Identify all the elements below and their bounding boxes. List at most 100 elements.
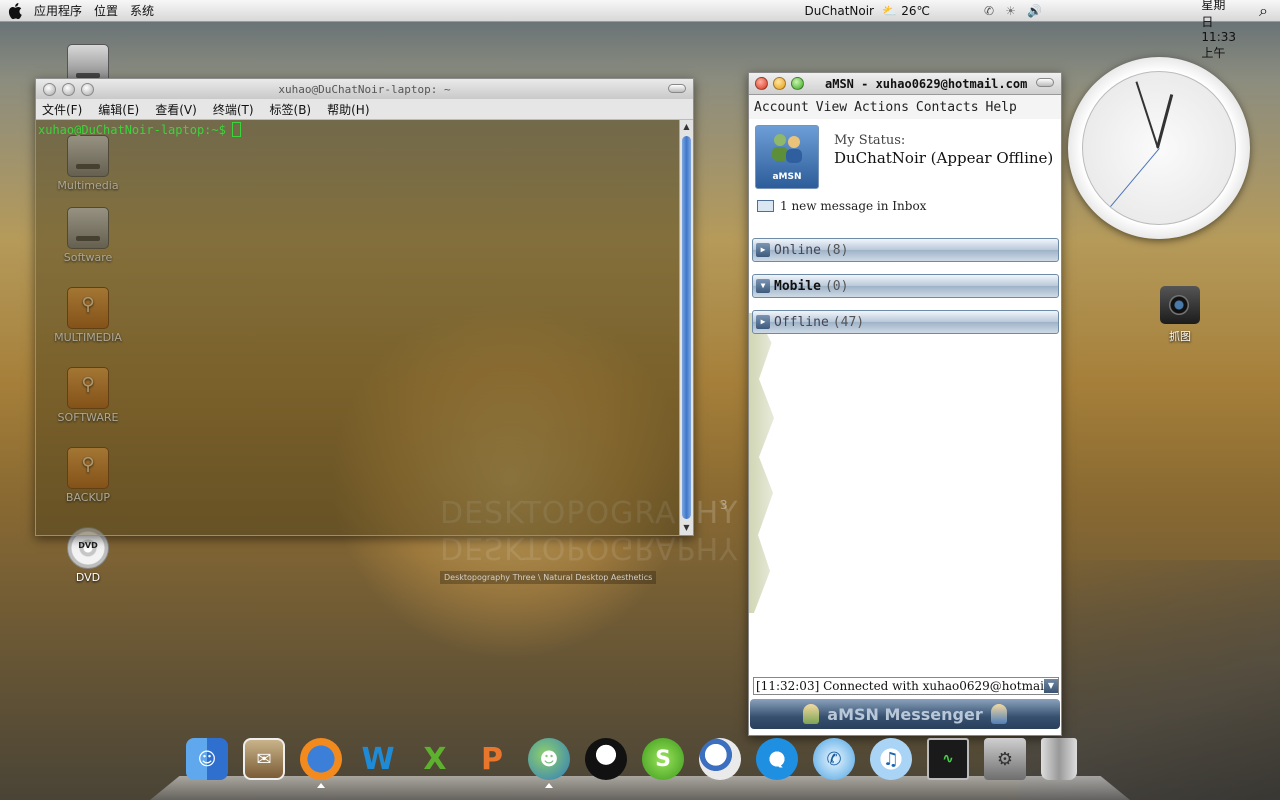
- terminal-menu-file[interactable]: 文件(F): [42, 101, 82, 118]
- amsn-title: aMSN - xuhao0629@hotmail.com: [825, 76, 1028, 91]
- dock: ☺ ✉ W X P ☻ S Q ✆ ♫ ∿ ⚙: [186, 738, 1077, 788]
- terminal-prompt-line: xuhao@DuChatNoir-laptop:~$: [36, 120, 679, 139]
- writer-icon[interactable]: W: [357, 738, 399, 780]
- envelope-icon: [757, 200, 774, 212]
- amsn-minimize-button[interactable]: [773, 77, 786, 90]
- running-indicator-icon: [545, 783, 553, 788]
- settings-icon[interactable]: ⚙: [984, 738, 1026, 780]
- terminal-toolbar-toggle[interactable]: [668, 84, 686, 93]
- inbox-text: 1 new message in Inbox: [780, 199, 927, 213]
- qq-icon[interactable]: [585, 738, 627, 780]
- terminal-output[interactable]: xuhao@DuChatNoir-laptop:~$: [36, 120, 679, 535]
- calc-icon[interactable]: X: [414, 738, 456, 780]
- group-count: (8): [824, 242, 849, 258]
- expand-arrow-icon[interactable]: ▶: [756, 243, 770, 257]
- collapse-arrow-icon[interactable]: ▼: [756, 279, 770, 293]
- terminal-menu-help[interactable]: 帮助(H): [327, 101, 369, 118]
- terminal-menubar: 文件(F) 编辑(E) 查看(V) 终端(T) 标签(B) 帮助(H): [36, 99, 693, 120]
- weather-temp: 26℃: [901, 4, 930, 18]
- impress-icon[interactable]: P: [471, 738, 513, 780]
- mail-icon[interactable]: ✉: [243, 738, 285, 780]
- contact-group-online[interactable]: ▶ Online (8): [752, 238, 1059, 262]
- dvd-disc-label: DVD: [78, 541, 98, 550]
- terminal-title: xuhao@DuChatNoir-laptop: ~: [278, 82, 451, 96]
- group-name: Mobile: [774, 278, 821, 294]
- desktop-icon-screenshot[interactable]: 抓图: [1158, 286, 1202, 344]
- itunes-icon[interactable]: ♫: [870, 738, 912, 780]
- contact-group-offline[interactable]: ▶ Offline (47): [752, 310, 1059, 334]
- group-name: Online: [774, 242, 821, 258]
- top-panel: 应用程序 位置 系统 DuChatNoir ⛅ 26℃ ✆ ☀ 🔊 6月22日星…: [0, 0, 1280, 60]
- panel-username[interactable]: DuChatNoir: [805, 4, 874, 18]
- desktop-icon-label: DVD: [75, 571, 101, 584]
- event-log-text: [11:32:03] Connected with xuhao0629@hotm…: [756, 679, 1044, 693]
- finder-icon[interactable]: ☺: [186, 738, 228, 780]
- amsn-window: aMSN - xuhao0629@hotmail.com Account Vie…: [748, 72, 1062, 736]
- contact-group-mobile[interactable]: ▼ Mobile (0): [752, 274, 1059, 298]
- apple-menu-icon[interactable]: [8, 2, 22, 19]
- amsn-menu-actions[interactable]: Actions: [854, 100, 909, 115]
- messenger-icon[interactable]: ✆: [813, 738, 855, 780]
- amsn-zoom-button[interactable]: [791, 77, 804, 90]
- clock-face: [1082, 71, 1236, 225]
- quicktime-icon[interactable]: Q: [756, 738, 798, 780]
- terminal-window: xuhao@DuChatNoir-laptop: ~ 文件(F) 编辑(E) 查…: [35, 78, 694, 536]
- amsn-toolbar-toggle[interactable]: [1036, 78, 1054, 87]
- terminal-titlebar[interactable]: xuhao@DuChatNoir-laptop: ~: [36, 79, 693, 99]
- amsn-menu-help[interactable]: Help: [986, 100, 1017, 115]
- my-status-name[interactable]: DuChatNoir (Appear Offline): [834, 149, 1052, 167]
- wallpaper-tagline: Desktopography Three \ Natural Desktop A…: [440, 571, 657, 584]
- amsn-menu-view[interactable]: View: [816, 100, 847, 115]
- firefox-icon[interactable]: [300, 738, 342, 788]
- network-icon[interactable]: ✆: [984, 4, 994, 18]
- trash-icon[interactable]: [1041, 738, 1077, 780]
- amsn-background-ornament: [749, 313, 774, 613]
- volume-icon[interactable]: 🔊: [1027, 4, 1042, 18]
- panel-menu-places[interactable]: 位置: [94, 2, 118, 19]
- spotlight-search-icon[interactable]: ⌕: [1259, 1, 1268, 21]
- contacts-icon[interactable]: ☻: [528, 738, 570, 788]
- panel-menu-applications[interactable]: 应用程序: [34, 2, 82, 19]
- panel-menu-system[interactable]: 系统: [130, 2, 154, 19]
- skype-icon[interactable]: S: [642, 738, 684, 780]
- buddy-icon: [990, 704, 1007, 724]
- terminal-menu-terminal[interactable]: 终端(T): [213, 101, 254, 118]
- monitor-icon[interactable]: ∿: [927, 738, 969, 780]
- scroll-up-arrow-icon[interactable]: ▲: [680, 120, 693, 134]
- panel-clock[interactable]: 6月22日星期日 11:33 上午: [1201, 0, 1236, 61]
- dropdown-arrow-icon[interactable]: ▼: [1044, 679, 1058, 693]
- amsn-menu-account[interactable]: Account: [754, 100, 809, 115]
- amsn-menu-contacts[interactable]: Contacts: [916, 100, 979, 115]
- buddy-icon: [803, 704, 820, 724]
- amsn-status-area: aMSN My Status: DuChatNoir (Appear Offli…: [749, 119, 1061, 219]
- clock-widget[interactable]: [1068, 57, 1250, 239]
- group-name: Offline: [774, 314, 829, 330]
- group-count: (0): [824, 278, 849, 294]
- amsn-avatar-label: aMSN: [772, 172, 802, 182]
- wallpaper-watermark-sup: 3: [720, 498, 728, 512]
- weather-icon: ⛅: [882, 4, 898, 18]
- terminal-menu-edit[interactable]: 编辑(E): [98, 101, 139, 118]
- terminal-scroll-thumb[interactable]: [682, 136, 691, 519]
- search-icon[interactable]: [699, 738, 741, 780]
- amsn-avatar[interactable]: aMSN: [755, 125, 819, 189]
- clock-minute-hand: [1135, 81, 1159, 149]
- amsn-titlebar[interactable]: aMSN - xuhao0629@hotmail.com: [749, 73, 1061, 95]
- scroll-down-arrow-icon[interactable]: ▼: [680, 521, 693, 535]
- amsn-buddies-icon: [772, 134, 802, 163]
- terminal-scrollbar[interactable]: ▲ ▼: [679, 120, 693, 535]
- weather-indicator[interactable]: ⛅ 26℃: [882, 4, 930, 18]
- camera-icon: [1160, 286, 1200, 324]
- clock-second-hand: [1110, 148, 1160, 207]
- terminal-menu-tabs[interactable]: 标签(B): [270, 101, 312, 118]
- amsn-close-button[interactable]: [755, 77, 768, 90]
- my-status-label: My Status:: [834, 133, 906, 148]
- terminal-menu-view[interactable]: 查看(V): [155, 101, 197, 118]
- amsn-menubar: Account View Actions Contacts Help: [749, 95, 1061, 119]
- terminal-cursor: [231, 122, 241, 137]
- brightness-icon[interactable]: ☀: [1005, 4, 1016, 18]
- terminal-prompt: xuhao@DuChatNoir-laptop:~$: [38, 122, 226, 137]
- expand-arrow-icon[interactable]: ▶: [756, 315, 770, 329]
- amsn-event-log[interactable]: [11:32:03] Connected with xuhao0629@hotm…: [753, 677, 1059, 695]
- inbox-notice[interactable]: 1 new message in Inbox: [757, 199, 926, 213]
